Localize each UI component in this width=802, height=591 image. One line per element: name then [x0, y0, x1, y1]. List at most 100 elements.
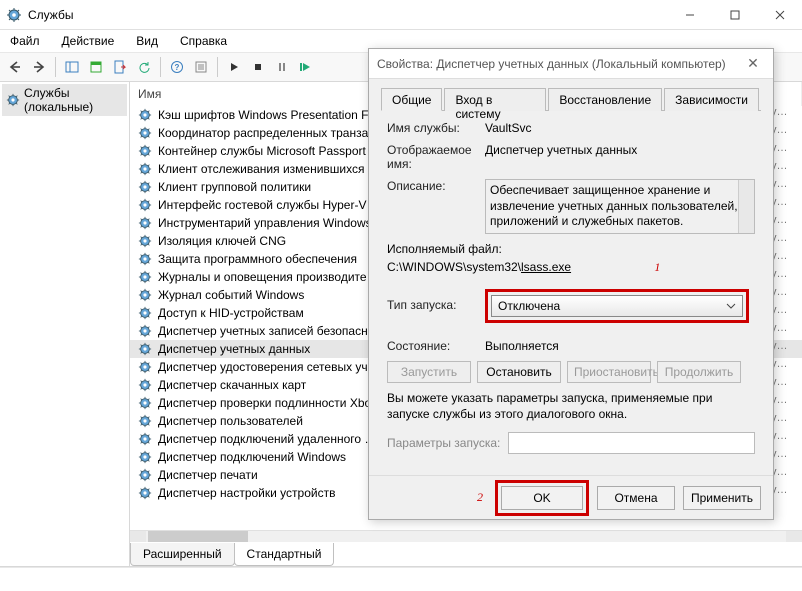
label-exe: Исполняемый файл:	[387, 242, 755, 256]
toolbar-properties[interactable]	[85, 56, 107, 78]
resume-button[interactable]: Продолжить	[657, 361, 741, 383]
minimize-button[interactable]	[667, 0, 712, 30]
tab-general[interactable]: Общие	[381, 88, 442, 111]
gear-icon	[138, 414, 152, 428]
dialog-close-button[interactable]: ✕	[741, 55, 765, 72]
gear-icon	[138, 144, 152, 158]
gear-icon	[138, 126, 152, 140]
service-name: Интерфейс гостевой службы Hyper-V	[158, 198, 366, 212]
service-name: Диспетчер проверки подлинности Xbo…	[158, 396, 383, 410]
menu-action[interactable]: Действие	[58, 32, 119, 50]
startup-type-select[interactable]: Отключена	[491, 295, 743, 317]
apply-button[interactable]: Применить	[683, 486, 761, 510]
label-display-name: Отображаемое имя:	[387, 143, 485, 171]
gear-icon	[138, 108, 152, 122]
toolbar-help[interactable]: ?	[166, 56, 188, 78]
description-box[interactable]: Обеспечивает защищенное хранение и извле…	[485, 179, 755, 234]
startup-highlight: Отключена	[485, 289, 749, 323]
tab-extended[interactable]: Расширенный	[130, 543, 235, 566]
nav-tree[interactable]: Службы (локальные)	[0, 82, 130, 566]
params-note: Вы можете указать параметры запуска, при…	[387, 391, 755, 422]
service-start-button[interactable]	[223, 56, 245, 78]
marker-2: 2	[477, 490, 483, 505]
menu-view[interactable]: Вид	[132, 32, 162, 50]
toolbar-refresh[interactable]	[133, 56, 155, 78]
start-button[interactable]: Запустить	[387, 361, 471, 383]
service-pause-button[interactable]	[271, 56, 293, 78]
horizontal-scrollbar[interactable]	[130, 530, 802, 542]
service-name: Кэш шрифтов Windows Presentation F…	[158, 108, 381, 122]
service-name: Журнал событий Windows	[158, 288, 304, 302]
service-name: Журналы и оповещения производите…	[158, 270, 379, 284]
gear-icon	[138, 306, 152, 320]
close-button[interactable]	[757, 0, 802, 30]
service-name: Клиент групповой политики	[158, 180, 311, 194]
service-name: Диспетчер учетных записей безопасн…	[158, 324, 380, 338]
nav-back-button[interactable]	[4, 56, 26, 78]
properties-dialog: Свойства: Диспетчер учетных данных (Лока…	[368, 48, 774, 520]
dialog-titlebar: Свойства: Диспетчер учетных данных (Лока…	[369, 49, 773, 79]
tab-logon[interactable]: Вход в систему	[444, 88, 546, 111]
menu-file[interactable]: Файл	[6, 32, 44, 50]
tab-standard[interactable]: Стандартный	[234, 543, 335, 566]
gear-icon	[138, 432, 152, 446]
maximize-button[interactable]	[712, 0, 757, 30]
gear-icon	[138, 378, 152, 392]
gear-icon	[138, 450, 152, 464]
gear-icon	[138, 288, 152, 302]
toolbar-export[interactable]	[109, 56, 131, 78]
stop-button[interactable]: Остановить	[477, 361, 561, 383]
service-name: Клиент отслеживания изменившихся с…	[158, 162, 386, 176]
value-exe-path: C:\WINDOWS\system32\	[387, 260, 521, 274]
service-name: Диспетчер подключений удаленного …	[158, 432, 376, 446]
view-tabs: Расширенный Стандартный	[130, 542, 802, 566]
toolbar-props2[interactable]	[190, 56, 212, 78]
menu-help[interactable]: Справка	[176, 32, 231, 50]
tab-deps[interactable]: Зависимости	[664, 88, 759, 111]
label-service-name: Имя службы:	[387, 121, 485, 135]
gear-icon	[138, 324, 152, 338]
chevron-down-icon	[726, 301, 736, 311]
service-name: Диспетчер настройки устройств	[158, 486, 335, 500]
service-name: Диспетчер учетных данных	[158, 342, 310, 356]
gear-icon	[138, 198, 152, 212]
service-name: Защита программного обеспечения	[158, 252, 357, 266]
startup-params-input[interactable]	[508, 432, 755, 454]
nav-tree-root[interactable]: Службы (локальные)	[2, 84, 127, 116]
service-name: Координатор распределенных транзак…	[158, 126, 386, 140]
service-name: Диспетчер удостоверения сетевых уча…	[158, 360, 386, 374]
value-exe-file: lsass.exe	[521, 260, 571, 274]
gear-icon	[138, 468, 152, 482]
service-name: Диспетчер подключений Windows	[158, 450, 346, 464]
service-stop-button[interactable]	[247, 56, 269, 78]
service-name: Контейнер службы Microsoft Passport	[158, 144, 366, 158]
gear-icon	[138, 162, 152, 176]
label-description: Описание:	[387, 179, 485, 193]
service-name: Диспетчер печати	[158, 468, 258, 482]
service-name: Диспетчер скачанных карт	[158, 378, 306, 392]
ok-button[interactable]: OK	[501, 486, 583, 510]
gear-icon	[138, 180, 152, 194]
tab-recovery[interactable]: Восстановление	[548, 88, 662, 111]
service-name: Доступ к HID-устройствам	[158, 306, 304, 320]
gear-icon	[138, 270, 152, 284]
nav-forward-button[interactable]	[28, 56, 50, 78]
value-service-name: VaultSvc	[485, 121, 755, 135]
gear-icon	[138, 216, 152, 230]
dialog-tabs: Общие Вход в систему Восстановление Зави…	[381, 87, 761, 111]
gear-icon	[6, 93, 20, 107]
gear-icon	[138, 396, 152, 410]
service-restart-button[interactable]	[295, 56, 317, 78]
pause-button[interactable]: Приостановить	[567, 361, 651, 383]
value-display-name: Диспетчер учетных данных	[485, 143, 755, 157]
toolbar-show-hide-tree[interactable]	[61, 56, 83, 78]
svg-text:?: ?	[175, 63, 180, 72]
dialog-title: Свойства: Диспетчер учетных данных (Лока…	[377, 57, 741, 71]
gear-icon	[138, 252, 152, 266]
label-params: Параметры запуска:	[387, 436, 500, 450]
marker-1: 1	[654, 260, 660, 274]
label-state: Состояние:	[387, 339, 485, 353]
service-name: Изоляция ключей CNG	[158, 234, 286, 248]
cancel-button[interactable]: Отмена	[597, 486, 675, 510]
dialog-button-row: 2 OK Отмена Применить	[369, 475, 773, 519]
